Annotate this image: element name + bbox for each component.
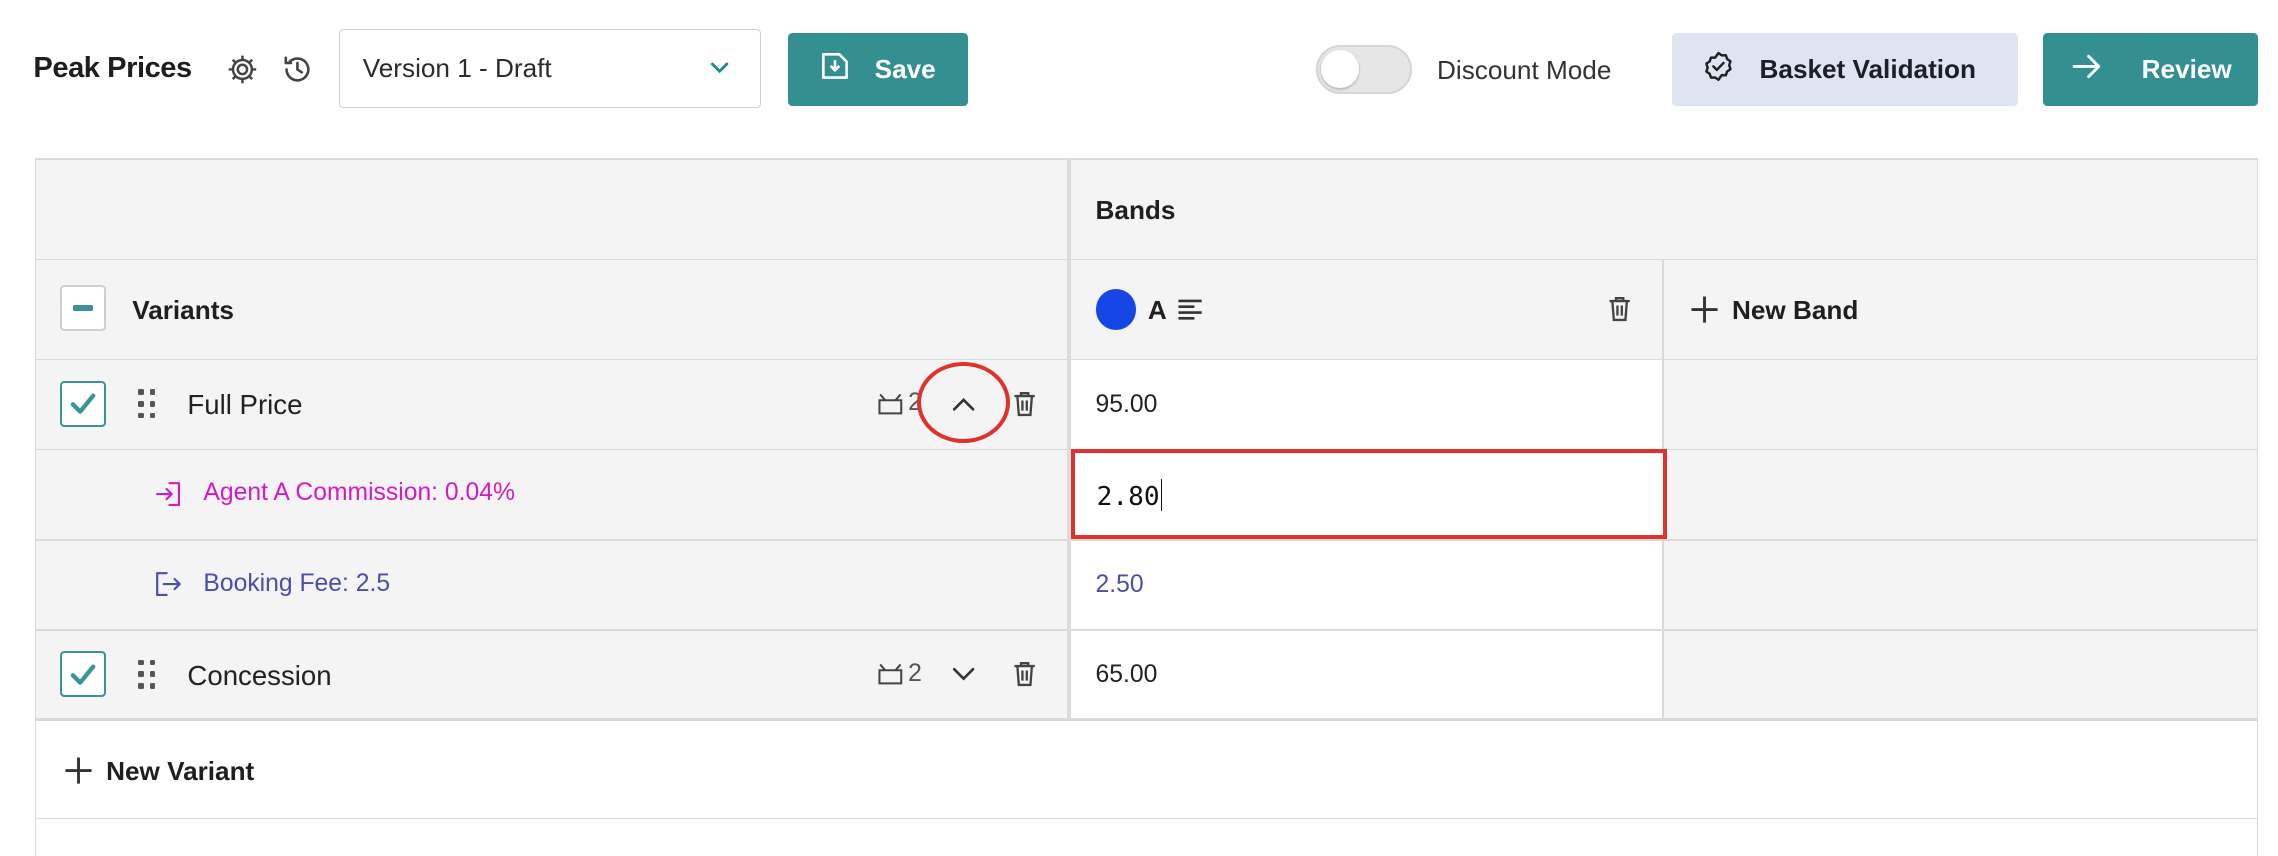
delete-band-icon[interactable] bbox=[1606, 295, 1635, 324]
row-divider bbox=[34, 717, 2258, 721]
save-icon bbox=[819, 50, 851, 89]
history-icon[interactable] bbox=[280, 52, 315, 87]
page-title: Peak Prices bbox=[33, 52, 192, 85]
band-a-price[interactable]: 65.00 bbox=[1096, 661, 1158, 689]
variant-name: Concession bbox=[187, 659, 332, 691]
variant-checkbox[interactable] bbox=[59, 650, 107, 698]
variant-name: Full Price bbox=[187, 389, 303, 421]
drag-handle-icon[interactable] bbox=[138, 659, 158, 689]
arrow-right-icon bbox=[2069, 49, 2104, 91]
discount-mode-toggle[interactable] bbox=[1316, 45, 1413, 95]
row-divider bbox=[34, 258, 2258, 261]
drag-handle-icon[interactable] bbox=[138, 389, 158, 419]
review-button[interactable]: Review bbox=[2042, 33, 2258, 107]
row-divider bbox=[34, 818, 2258, 820]
band-color-swatch[interactable] bbox=[1095, 289, 1137, 330]
row-divider bbox=[34, 358, 2258, 361]
new-variant-label: New Variant bbox=[106, 755, 255, 786]
save-button-label: Save bbox=[874, 54, 936, 85]
column-divider bbox=[1066, 158, 1071, 720]
fee-label: Agent A Commission: 0.04% bbox=[203, 479, 515, 507]
variant-checkbox[interactable] bbox=[59, 380, 107, 428]
toolbar: Peak Prices Version 1 - Draft Save Disco… bbox=[0, 0, 2278, 139]
grid-border-right bbox=[2256, 158, 2258, 856]
basket-validation-label: Basket Validation bbox=[1759, 54, 1976, 85]
save-button[interactable]: Save bbox=[787, 33, 968, 107]
badge-check-icon bbox=[1701, 49, 1736, 91]
delete-variant-icon[interactable] bbox=[1010, 389, 1039, 418]
ticket-icon bbox=[878, 660, 904, 689]
ticket-icon bbox=[878, 389, 904, 418]
gear-icon[interactable] bbox=[225, 52, 260, 87]
highlight-circle bbox=[916, 361, 1010, 444]
band-a-price[interactable]: 95.00 bbox=[1096, 391, 1158, 419]
ticket-count: 2 bbox=[908, 659, 922, 687]
band-name: A bbox=[1147, 294, 1167, 325]
basket-validation-button[interactable]: Basket Validation bbox=[1672, 33, 2019, 107]
text-align-icon[interactable] bbox=[1175, 295, 1204, 324]
variants-header: Variants bbox=[132, 294, 234, 325]
grid-border-left bbox=[34, 158, 37, 856]
login-icon bbox=[154, 479, 183, 508]
version-select-value: Version 1 - Draft bbox=[362, 52, 552, 83]
discount-mode-label: Discount Mode bbox=[1437, 55, 1612, 86]
chevron-down-icon bbox=[708, 55, 731, 86]
grid-border-top bbox=[34, 158, 2258, 160]
row-divider bbox=[34, 539, 2258, 541]
toggle-knob bbox=[1321, 49, 1360, 88]
row-divider bbox=[34, 629, 2258, 631]
input-value: 2.80 bbox=[1096, 482, 1160, 513]
minus-icon bbox=[72, 305, 93, 311]
chevron-down-icon[interactable] bbox=[949, 660, 978, 689]
collapse-all-checkbox[interactable] bbox=[59, 284, 107, 332]
logout-icon bbox=[154, 570, 183, 599]
bands-header: Bands bbox=[1095, 194, 1176, 225]
fee-label: Booking Fee: 2.5 bbox=[203, 569, 391, 597]
version-select[interactable]: Version 1 - Draft bbox=[338, 29, 762, 108]
delete-variant-icon[interactable] bbox=[1010, 660, 1039, 689]
new-band-label: New Band bbox=[1731, 294, 1859, 325]
plus-icon bbox=[62, 754, 94, 786]
booking-fee-value[interactable]: 2.50 bbox=[1096, 571, 1144, 599]
commission-value-input[interactable]: 2.80 bbox=[1070, 448, 1667, 540]
text-caret bbox=[1161, 479, 1163, 512]
review-button-label: Review bbox=[2141, 54, 2232, 85]
plus-icon bbox=[1688, 294, 1720, 326]
